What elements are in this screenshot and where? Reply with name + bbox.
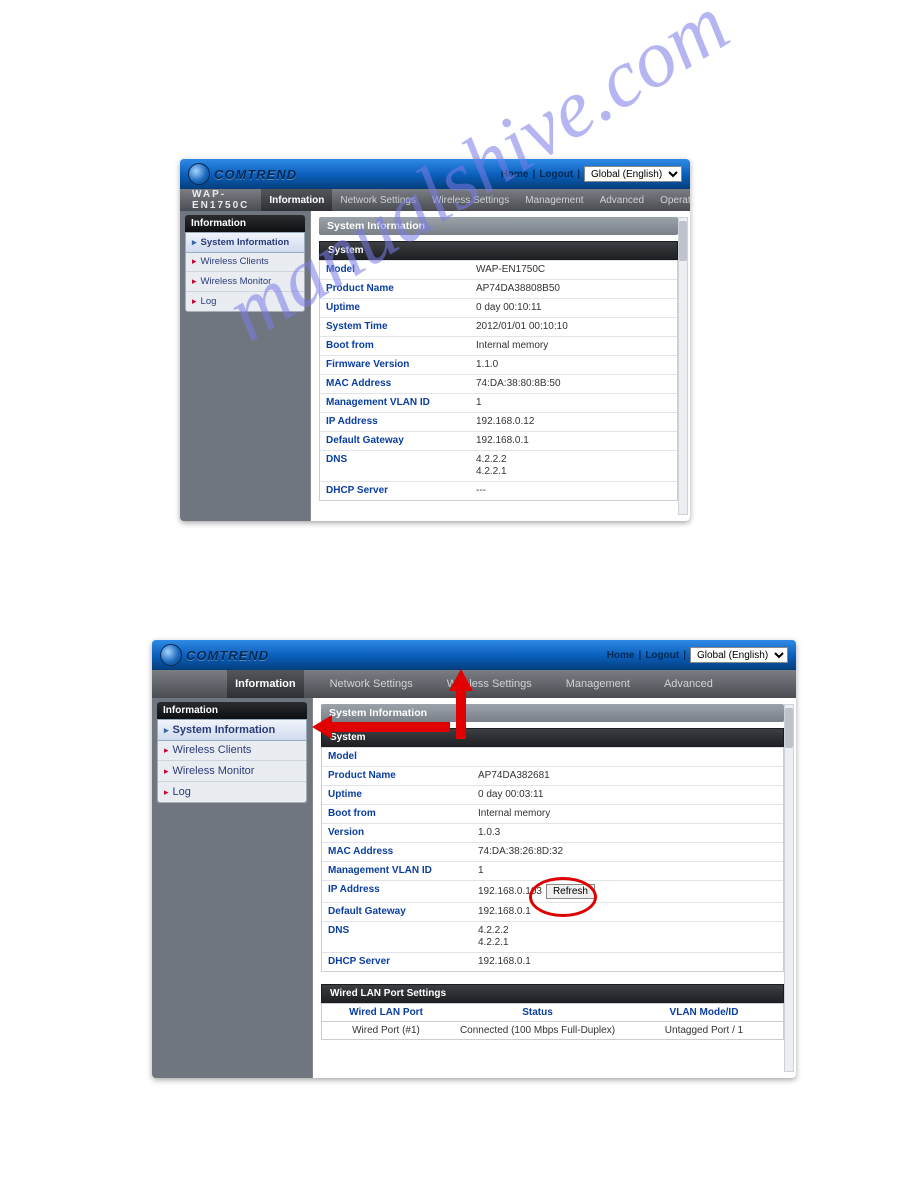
chevron-right-icon: ▸ [192, 296, 197, 307]
chevron-right-icon: ▸ [192, 276, 197, 287]
table-row: Default Gateway192.168.0.1 [320, 431, 677, 450]
chevron-right-icon: ▸ [164, 787, 169, 798]
table-row: MAC Address74:DA:38:80:8B:50 [320, 374, 677, 393]
chevron-right-icon: ▸ [192, 237, 197, 248]
screenshot-1: COMTREND Home | Logout | Global (English… [180, 159, 690, 521]
table-row: Wired Port (#1) Connected (100 Mbps Full… [322, 1022, 783, 1039]
sidebar-title: Information [185, 215, 305, 232]
system-table: Model Product NameAP74DA382681 Uptime0 d… [321, 747, 784, 972]
menu-management[interactable]: Management [558, 670, 638, 698]
sidebar-item-label: Log [201, 296, 217, 307]
lan-header: Status [450, 1004, 625, 1021]
home-link[interactable]: Home [607, 650, 635, 661]
chevron-right-icon: ▸ [192, 256, 197, 267]
sidebar-item-label: Wireless Clients [173, 744, 252, 756]
table-row: Management VLAN ID1 [322, 861, 783, 880]
table-row: DHCP Server--- [320, 481, 677, 500]
sidebar-item-label: System Information [173, 724, 276, 736]
sidebar-item-system-information[interactable]: ▸ System Information [185, 232, 305, 253]
lan-header: Wired LAN Port [322, 1004, 450, 1021]
table-row: IP Address192.168.0.12 [320, 412, 677, 431]
sidebar-item-label: Wireless Clients [201, 256, 269, 267]
sidebar: Information ▸ System Information ▸ Wireles… [180, 211, 310, 521]
page-title: System Information [321, 704, 784, 722]
chevron-right-icon: ▸ [164, 725, 169, 736]
menu-advanced[interactable]: Advanced [592, 189, 652, 211]
sidebar-item-label: Wireless Monitor [201, 276, 272, 287]
content-area: System Information System Model Product … [312, 698, 796, 1078]
table-row: Management VLAN ID1 [320, 393, 677, 412]
sidebar-item-log[interactable]: ▸ Log [158, 782, 306, 802]
sidebar-title: Information [157, 702, 307, 719]
device-model-label: WAP-EN1750C [180, 189, 261, 211]
section-system: System [319, 241, 678, 260]
menu-advanced[interactable]: Advanced [656, 670, 721, 698]
sidebar-item-label: System Information [201, 237, 290, 248]
language-select[interactable]: Global (English) [584, 166, 682, 182]
table-row: Uptime0 day 00:03:11 [322, 785, 783, 804]
chevron-right-icon: ▸ [164, 745, 169, 756]
refresh-button[interactable]: Refresh [546, 884, 595, 899]
sidebar-item-label: Log [173, 786, 191, 798]
content-area: System Information System ModelWAP-EN175… [310, 211, 690, 521]
scrollbar[interactable] [784, 704, 794, 1072]
sidebar-item-system-information[interactable]: ▸ System Information [157, 719, 307, 741]
sidebar-item-label: Wireless Monitor [173, 765, 255, 777]
menu-operation-mode[interactable]: Operation Mode [652, 189, 690, 211]
header-bar: COMTREND Home | Logout | Global (English… [152, 640, 796, 670]
header-bar: COMTREND Home | Logout | Global (English… [180, 159, 690, 189]
table-row: DNS4.2.2.2 4.2.2.1 [322, 921, 783, 952]
table-row: Model [322, 747, 783, 766]
lan-header: VLAN Mode/ID [625, 1004, 783, 1021]
sidebar: Information ▸ System Information ▸ Wireles… [152, 698, 312, 1078]
logout-link[interactable]: Logout [539, 169, 573, 180]
screenshot-2: COMTREND Home | Logout | Global (English… [152, 640, 796, 1078]
table-row: Boot fromInternal memory [322, 804, 783, 823]
sidebar-item-wireless-clients[interactable]: ▸ Wireless Clients [158, 740, 306, 761]
sidebar-item-wireless-monitor[interactable]: ▸ Wireless Monitor [186, 272, 304, 292]
section-lan: Wired LAN Port Settings [321, 984, 784, 1003]
table-row: Product NameAP74DA38808B50 [320, 279, 677, 298]
table-row: DNS4.2.2.2 4.2.2.1 [320, 450, 677, 481]
brand-logo-icon [188, 163, 210, 185]
scrollbar[interactable] [678, 217, 688, 515]
table-row: Firmware Version1.1.0 [320, 355, 677, 374]
table-row: DHCP Server192.168.0.1 [322, 952, 783, 971]
table-row: System Time2012/01/01 00:10:10 [320, 317, 677, 336]
home-link[interactable]: Home [501, 169, 529, 180]
menu-wireless-settings[interactable]: Wireless Settings [424, 189, 517, 211]
system-table: ModelWAP-EN1750C Product NameAP74DA38808… [319, 260, 678, 501]
menu-network-settings[interactable]: Network Settings [322, 670, 421, 698]
menu-information[interactable]: Information [227, 670, 304, 698]
chevron-right-icon: ▸ [164, 766, 169, 777]
table-row: Version1.0.3 [322, 823, 783, 842]
brand-text: COMTREND [186, 648, 269, 663]
table-row: Uptime0 day 00:10:11 [320, 298, 677, 317]
brand-text: COMTREND [214, 167, 297, 182]
sidebar-item-log[interactable]: ▸ Log [186, 292, 304, 311]
table-row: ModelWAP-EN1750C [320, 260, 677, 279]
lan-table: Wired LAN Port Status VLAN Mode/ID Wired… [321, 1003, 784, 1040]
sidebar-item-wireless-clients[interactable]: ▸ Wireless Clients [186, 252, 304, 272]
menu-management[interactable]: Management [517, 189, 591, 211]
language-select[interactable]: Global (English) [690, 647, 788, 663]
menu-network-settings[interactable]: Network Settings [332, 189, 424, 211]
main-menu: Information Network Settings Wireless Se… [152, 670, 796, 698]
menu-information[interactable]: Information [261, 189, 332, 211]
main-menu: WAP-EN1750C Information Network Settings… [180, 189, 690, 211]
table-row: IP Address192.168.0.103Refresh [322, 880, 783, 902]
table-row: Default Gateway192.168.0.1 [322, 902, 783, 921]
page-title: System Information [319, 217, 678, 235]
table-row: Boot fromInternal memory [320, 336, 677, 355]
table-row: MAC Address74:DA:38:26:8D:32 [322, 842, 783, 861]
menu-wireless-settings[interactable]: Wireless Settings [439, 670, 540, 698]
section-system: System [321, 728, 784, 747]
logout-link[interactable]: Logout [645, 650, 679, 661]
brand-logo-icon [160, 644, 182, 666]
table-row: Product NameAP74DA382681 [322, 766, 783, 785]
sidebar-item-wireless-monitor[interactable]: ▸ Wireless Monitor [158, 761, 306, 782]
